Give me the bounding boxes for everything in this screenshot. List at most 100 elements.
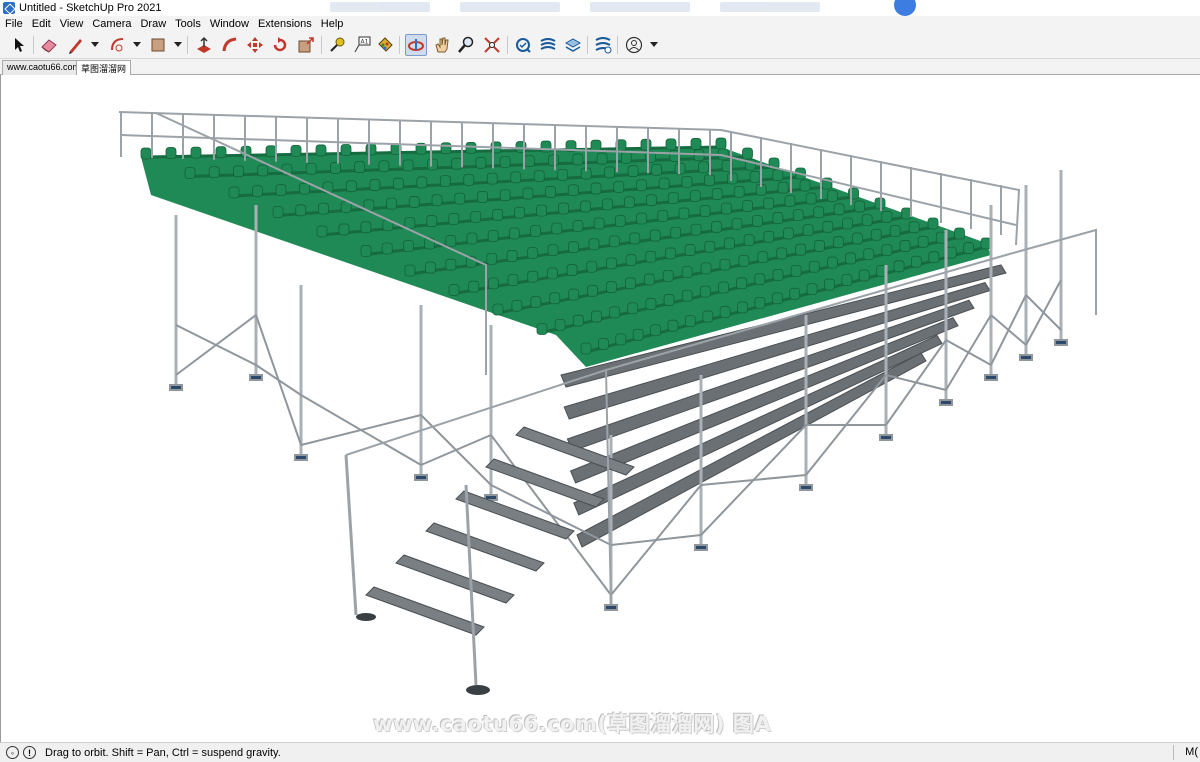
menu-camera[interactable]: Camera xyxy=(92,18,131,30)
toolbar-separator xyxy=(507,36,508,54)
account-button[interactable] xyxy=(623,34,645,56)
seat xyxy=(799,179,811,192)
seat xyxy=(690,223,702,236)
seat xyxy=(645,298,657,310)
seat xyxy=(842,217,853,230)
3d-warehouse-button[interactable] xyxy=(512,34,534,56)
tape-measure-tool-button[interactable] xyxy=(326,34,348,56)
seat xyxy=(851,232,863,245)
seat xyxy=(290,144,302,157)
seat xyxy=(667,192,679,205)
seat xyxy=(629,232,641,245)
layout-icon xyxy=(564,38,582,52)
menu-view[interactable]: View xyxy=(60,18,84,30)
seat xyxy=(140,147,152,160)
seat xyxy=(606,281,617,293)
scene-tab-website[interactable]: www.caotu66.com xyxy=(2,60,86,75)
seat xyxy=(614,215,626,227)
text-tool-button[interactable]: A1 xyxy=(351,34,373,56)
rotate-tool-button[interactable] xyxy=(269,34,291,56)
extension-warehouse-icon xyxy=(540,38,556,50)
select-tool-button[interactable] xyxy=(8,34,30,56)
layout-send-button[interactable] xyxy=(562,34,584,56)
seat xyxy=(527,247,539,259)
seat xyxy=(763,197,775,210)
stair-stringer xyxy=(344,454,358,616)
seat xyxy=(625,254,637,266)
seat xyxy=(737,301,748,314)
seat xyxy=(674,162,686,175)
push-pull-tool-button[interactable] xyxy=(193,34,215,56)
seat xyxy=(523,155,535,168)
menu-edit[interactable]: Edit xyxy=(32,18,51,30)
menu-tools[interactable]: Tools xyxy=(175,18,201,30)
line-tool-dropdown[interactable] xyxy=(91,42,99,47)
orbit-tool-button[interactable] xyxy=(405,34,427,56)
seat xyxy=(369,179,381,191)
seat xyxy=(511,299,523,312)
seat xyxy=(596,152,608,165)
line-tool-button[interactable] xyxy=(65,34,87,56)
seat xyxy=(805,192,817,205)
seat xyxy=(345,180,357,193)
pan-tool-button[interactable] xyxy=(431,34,453,56)
geo-location-icon[interactable]: ◦ xyxy=(6,746,19,759)
seat xyxy=(742,200,753,212)
extension-manager-icon xyxy=(595,37,612,54)
menu-help[interactable]: Help xyxy=(321,18,344,30)
move-tool-button[interactable] xyxy=(244,34,266,56)
eraser-tool-button[interactable] xyxy=(38,34,60,56)
seat xyxy=(623,196,635,209)
scale-tool-button[interactable] xyxy=(295,34,317,56)
extension-warehouse-button[interactable] xyxy=(537,34,559,56)
account-dropdown[interactable] xyxy=(650,42,658,47)
seat xyxy=(954,227,965,240)
seat xyxy=(445,258,457,271)
seat xyxy=(824,278,835,291)
seat xyxy=(700,262,712,275)
seat xyxy=(731,217,743,230)
seat xyxy=(945,246,957,259)
arc-tool-dropdown[interactable] xyxy=(133,42,141,47)
seat xyxy=(466,232,478,245)
seat xyxy=(318,202,329,215)
seat xyxy=(507,274,519,286)
seat xyxy=(591,310,602,323)
menu-window[interactable]: Window xyxy=(210,18,249,30)
faded-tab xyxy=(590,2,690,12)
seat xyxy=(751,215,763,227)
model-viewport[interactable]: www.caotu66.com(草图溜溜网) 图A xyxy=(0,75,1200,742)
seat xyxy=(445,235,457,247)
extension-manager-button[interactable] xyxy=(592,34,614,56)
seat xyxy=(572,314,584,327)
seat xyxy=(475,156,487,169)
status-separator xyxy=(1173,745,1174,760)
seat xyxy=(165,147,177,159)
paint-bucket-tool-button[interactable] xyxy=(374,34,396,56)
seat xyxy=(360,221,372,234)
menu-extensions[interactable]: Extensions xyxy=(258,18,312,30)
seat xyxy=(826,190,838,202)
seat xyxy=(776,247,788,260)
seat xyxy=(806,283,818,296)
svg-text:A1: A1 xyxy=(361,39,369,46)
zoom-tool-button[interactable] xyxy=(455,34,477,56)
zoom-extents-tool-button[interactable] xyxy=(481,34,503,56)
seat xyxy=(814,240,825,252)
menu-file[interactable]: File xyxy=(5,18,23,30)
seat xyxy=(465,141,477,154)
seat xyxy=(754,273,766,286)
shape-tool-button[interactable] xyxy=(147,34,169,56)
shape-tool-dropdown[interactable] xyxy=(174,42,182,47)
seat xyxy=(720,202,732,215)
menu-draw[interactable]: Draw xyxy=(140,18,166,30)
scene-tab-caotu[interactable]: 草图溜溜网 xyxy=(76,60,132,75)
base-plate xyxy=(1019,354,1033,361)
follow-me-tool-button[interactable] xyxy=(219,34,241,56)
arrow-cursor-icon xyxy=(15,38,24,52)
seat xyxy=(338,223,350,236)
info-icon[interactable]: ! xyxy=(23,746,36,759)
arc-tool-button[interactable] xyxy=(107,34,129,56)
seat xyxy=(215,146,227,159)
seat xyxy=(684,244,696,256)
